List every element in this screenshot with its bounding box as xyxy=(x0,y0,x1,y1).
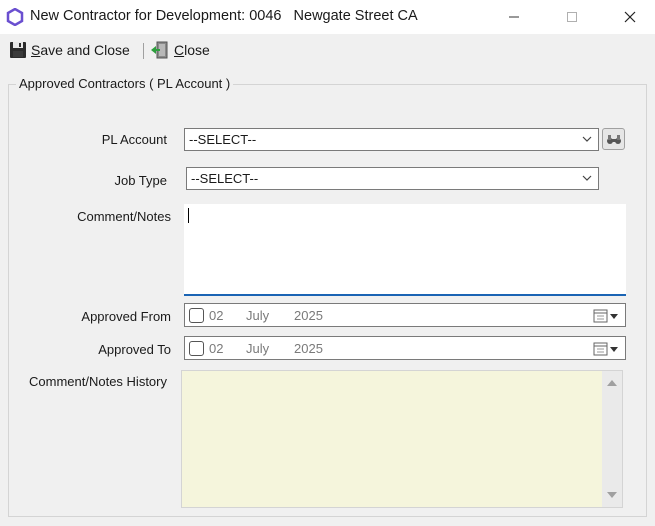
text-caret xyxy=(188,208,189,223)
close-window-button[interactable] xyxy=(607,0,653,34)
title-bar: New Contractor for Development: 0046 New… xyxy=(0,0,655,34)
approved-to-datepicker[interactable]: 02 July 2025 xyxy=(184,336,626,360)
maximize-button[interactable] xyxy=(549,0,595,34)
pl-account-value: --SELECT-- xyxy=(189,132,257,147)
save-mnemonic: S xyxy=(31,42,41,58)
job-type-select[interactable]: --SELECT-- xyxy=(186,167,599,190)
toolbar-separator xyxy=(143,43,144,59)
approved-to-label: Approved To xyxy=(98,342,171,357)
approved-from-label: Approved From xyxy=(81,309,171,324)
minimize-icon xyxy=(509,16,519,18)
comment-notes-textarea[interactable] xyxy=(184,204,626,296)
close-label: lose xyxy=(184,42,210,58)
save-and-close-button[interactable]: Save and Close xyxy=(9,39,130,61)
close-button[interactable]: Close xyxy=(150,39,210,61)
approved-from-day[interactable]: 02 xyxy=(209,308,223,323)
close-icon xyxy=(624,11,636,23)
history-scrollbar[interactable] xyxy=(602,371,622,507)
approved-to-day[interactable]: 02 xyxy=(209,341,223,356)
toolbar: Save and Close Close xyxy=(0,34,655,66)
job-type-label: Job Type xyxy=(114,173,167,188)
approved-from-datepicker[interactable]: 02 July 2025 xyxy=(184,303,626,327)
chevron-down-icon xyxy=(582,136,592,142)
save-icon xyxy=(10,42,26,58)
scroll-up-icon[interactable] xyxy=(606,377,618,387)
maximize-icon xyxy=(567,12,577,22)
window-title: New Contractor for Development: 0046 New… xyxy=(30,8,418,24)
approved-to-month[interactable]: July xyxy=(246,341,269,356)
calendar-dropdown-icon[interactable] xyxy=(593,308,621,324)
binoculars-icon xyxy=(606,135,621,144)
app-icon xyxy=(6,8,24,26)
approved-from-checkbox[interactable] xyxy=(189,308,204,323)
close-mnemonic: C xyxy=(174,42,185,58)
save-and-close-label: ave and Close xyxy=(40,42,130,58)
job-type-value: --SELECT-- xyxy=(191,171,259,186)
pl-account-select[interactable]: --SELECT-- xyxy=(184,128,599,151)
calendar-dropdown-icon[interactable] xyxy=(593,341,621,357)
chevron-down-icon xyxy=(582,175,592,181)
approved-from-year[interactable]: 2025 xyxy=(294,308,323,323)
approved-from-month[interactable]: July xyxy=(246,308,269,323)
comment-notes-history-label: Comment/Notes History xyxy=(29,374,167,389)
approved-to-checkbox[interactable] xyxy=(189,341,204,356)
minimize-button[interactable] xyxy=(491,0,537,34)
comment-notes-label: Comment/Notes xyxy=(77,209,171,224)
pl-account-label: PL Account xyxy=(101,132,167,147)
exit-door-icon xyxy=(151,41,168,59)
pl-account-lookup-button[interactable] xyxy=(602,128,625,150)
scroll-down-icon[interactable] xyxy=(606,491,618,501)
approved-to-year[interactable]: 2025 xyxy=(294,341,323,356)
group-title: Approved Contractors ( PL Account ) xyxy=(16,76,234,91)
comment-notes-history-box xyxy=(181,370,623,508)
